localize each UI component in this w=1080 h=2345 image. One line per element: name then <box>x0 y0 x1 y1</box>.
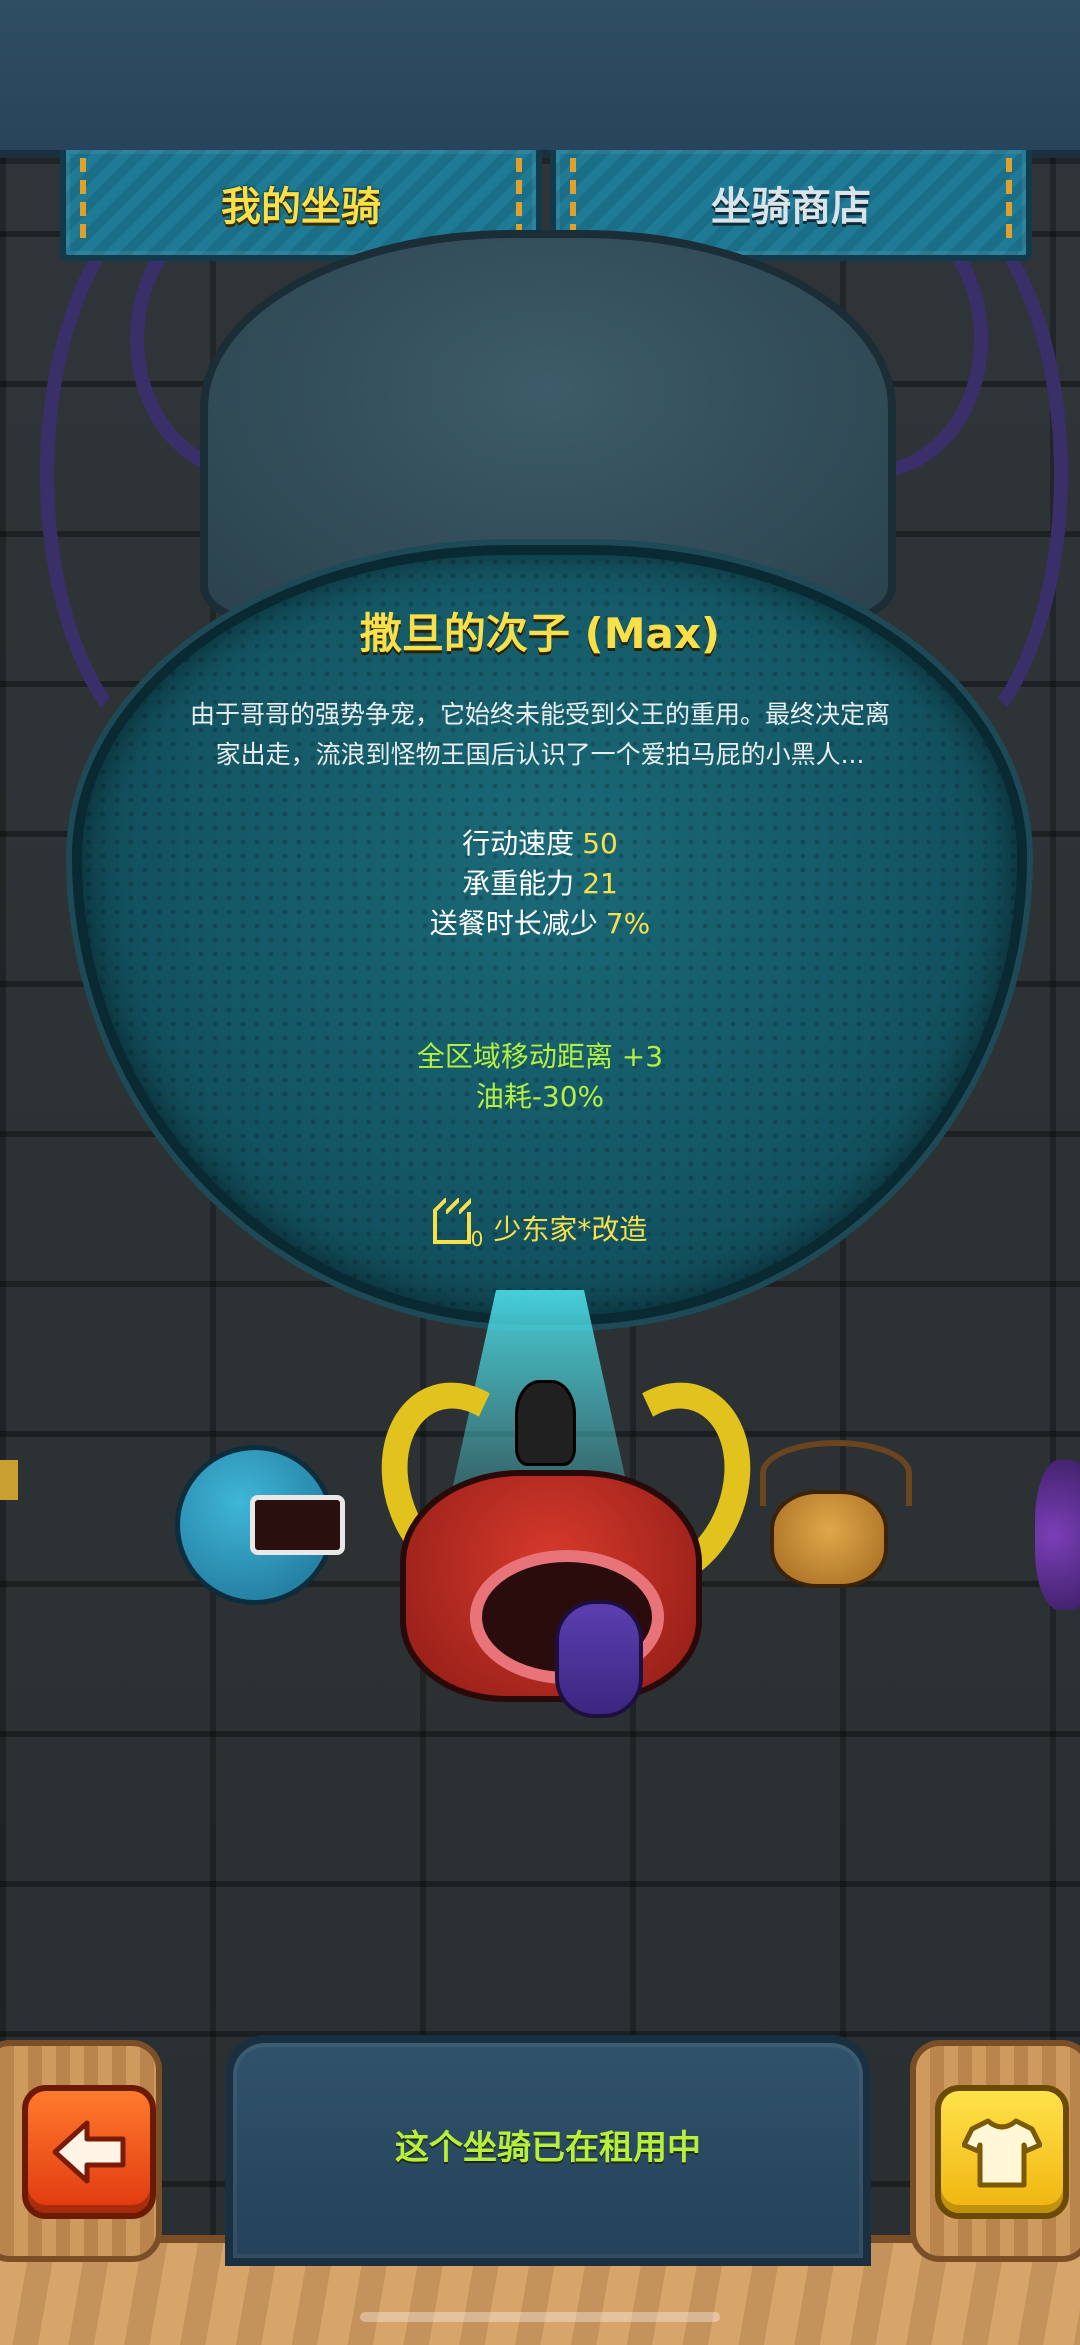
stat-delivery-time-reduction: 送餐时长减少 7% <box>0 902 1080 942</box>
crown-icon <box>432 1198 471 1244</box>
rental-status-text: 这个坐骑已在租用中 <box>395 2128 701 2168</box>
stat-load-capacity: 承重能力 21 <box>0 862 1080 902</box>
stat-value: 7% <box>605 907 651 940</box>
mount-purple-monster-offscreen[interactable] <box>1035 1460 1080 1610</box>
demon-tongue <box>555 1600 643 1718</box>
mount-description: 由于哥哥的强势争宠，它始终未能受到父王的重用。最终决定离 家出走，流浪到怪物王国… <box>160 695 920 775</box>
skin-button[interactable] <box>935 2085 1069 2219</box>
mount-description-line: 家出走，流浪到怪物王国后认识了一个爱拍马屁的小黑人... <box>215 740 865 769</box>
black-imp-rider <box>515 1380 576 1466</box>
bonus-move-distance: 全区域移动距离 +3 <box>416 1040 664 1073</box>
mount-description-line: 由于哥哥的强势争宠，它始终未能受到父王的重用。最终决定离 <box>189 700 890 729</box>
modification-badge: 0 少东家*改造 <box>0 1198 1080 1251</box>
stat-value: 21 <box>582 867 618 900</box>
back-button[interactable] <box>22 2085 156 2219</box>
shirt-icon <box>962 2118 1042 2188</box>
stat-label: 行动速度 <box>462 827 575 860</box>
crown-count: 0 <box>470 1227 484 1251</box>
mount-name: 撒旦的次子 (Max) <box>359 609 721 658</box>
arrow-left-icon <box>52 2120 126 2184</box>
home-indicator[interactable] <box>360 2312 720 2322</box>
mount-blue-fish-monster[interactable] <box>175 1445 345 1605</box>
badge-label: 少东家*改造 <box>493 1213 648 1246</box>
bonus-fuel-cost: 油耗-30% <box>475 1080 605 1113</box>
mount-thumbnail-offscreen-left[interactable] <box>0 1460 18 1500</box>
stat-value: 50 <box>582 827 618 860</box>
stat-label: 承重能力 <box>462 867 575 900</box>
stat-move-speed: 行动速度 50 <box>0 822 1080 862</box>
mount-reindeer[interactable] <box>770 1490 888 1588</box>
top-bar <box>0 0 1080 158</box>
stat-label: 送餐时长减少 <box>429 907 598 940</box>
